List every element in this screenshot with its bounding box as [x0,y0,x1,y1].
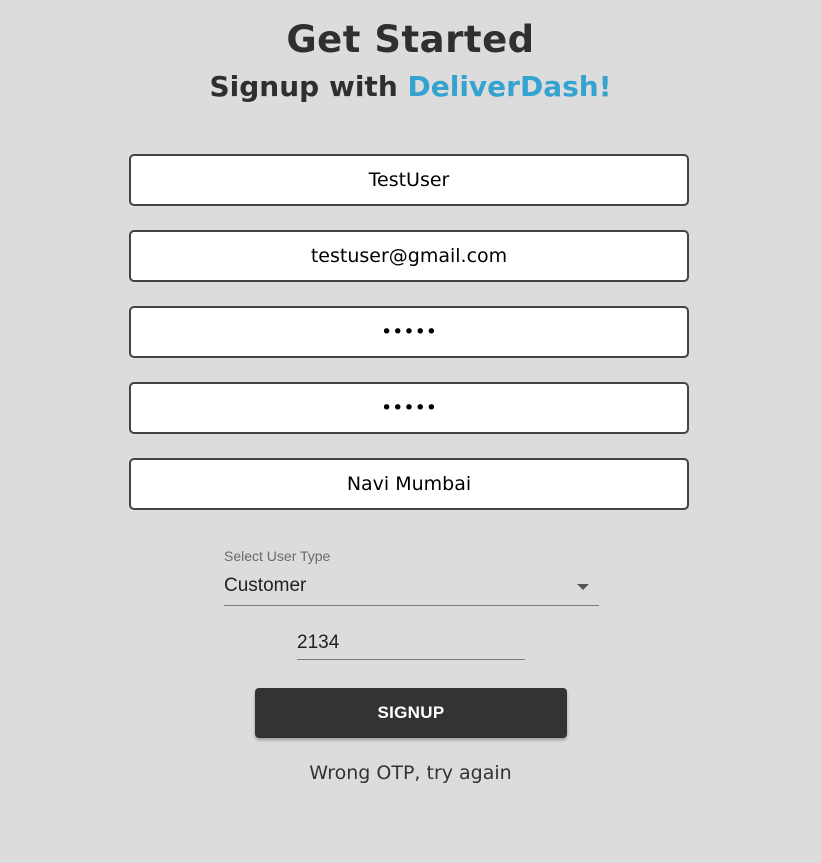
username-input[interactable] [129,154,689,206]
city-input[interactable] [129,458,689,510]
page-title: Get Started [286,18,535,61]
confirm-password-input[interactable] [129,382,689,434]
subtitle-prefix: Signup with [209,70,408,103]
select-underline [224,605,599,606]
brand-name: DeliverDash! [407,70,612,103]
user-type-label: Select User Type [224,548,331,564]
signup-page: Get Started Signup with DeliverDash! Sel… [0,0,821,863]
user-type-select[interactable]: Select User Type Customer [224,548,599,606]
page-subtitle: Signup with DeliverDash! [0,70,821,103]
error-message: Wrong OTP, try again [309,762,512,784]
dropdown-arrow-icon[interactable] [577,584,589,590]
email-input[interactable] [129,230,689,282]
signup-button[interactable]: SIGNUP [255,688,567,738]
otp-input[interactable] [297,626,525,660]
user-type-value[interactable]: Customer [224,575,306,597]
password-input[interactable] [129,306,689,358]
